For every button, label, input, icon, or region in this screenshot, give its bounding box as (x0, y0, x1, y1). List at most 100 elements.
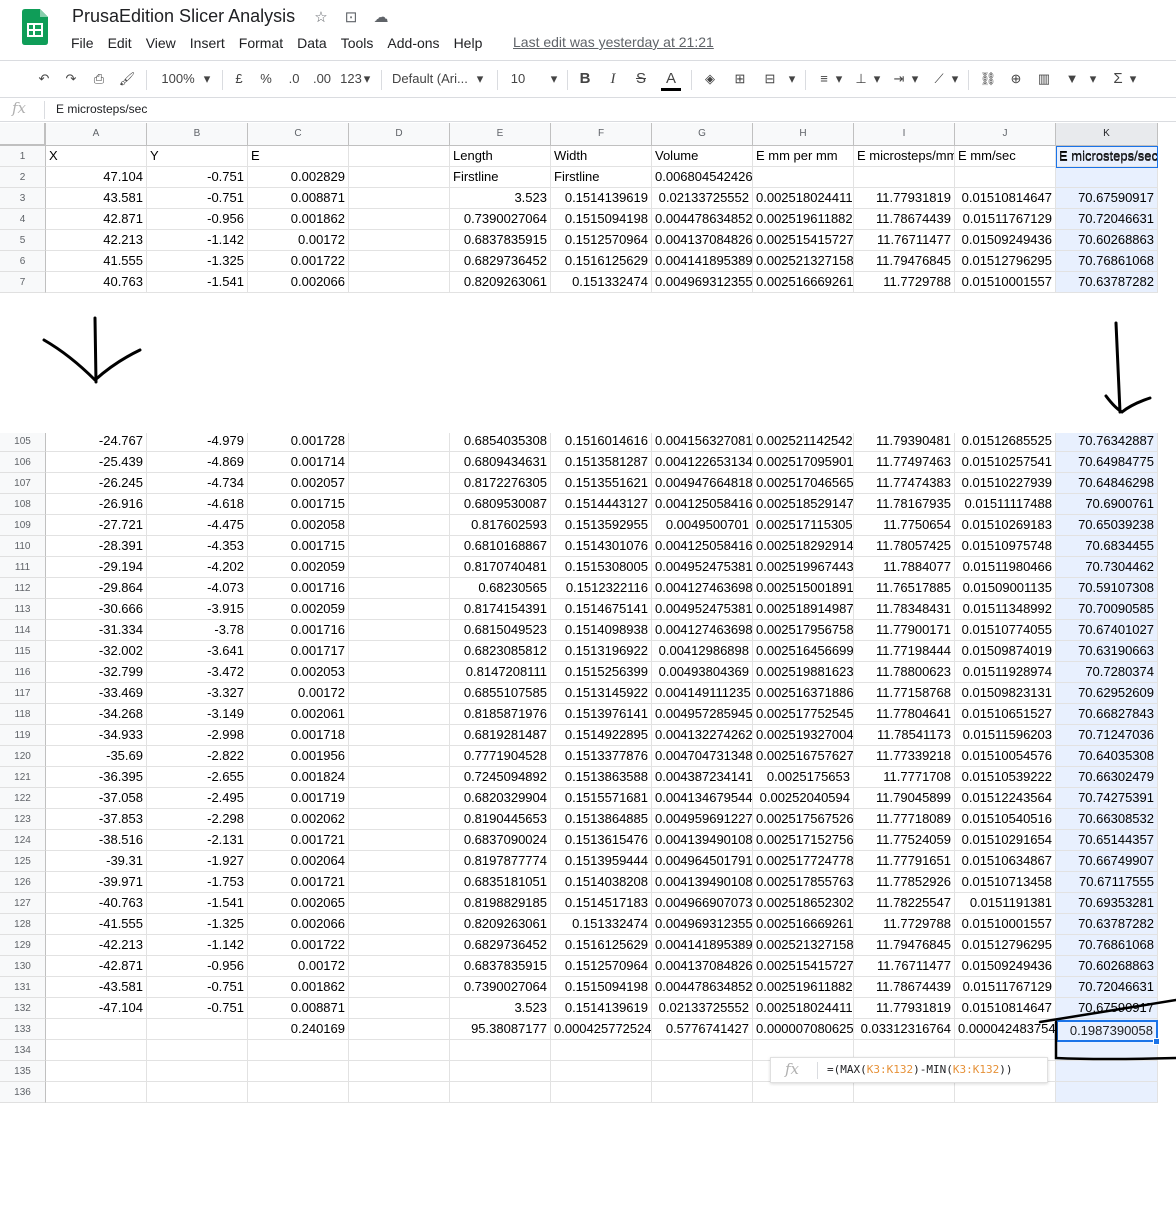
cell-c116[interactable]: 0.002053 (248, 662, 349, 683)
cell-a5[interactable]: 42.213 (46, 230, 147, 251)
cell-f5[interactable]: 0.1512570964 (551, 230, 652, 251)
chevron-down-icon[interactable]: ▾ (1128, 69, 1138, 89)
column-header-f[interactable]: F (551, 123, 652, 146)
cell-c5[interactable]: 0.00172 (248, 230, 349, 251)
cell-a132[interactable]: -47.104 (46, 998, 147, 1019)
decrease-decimal-button[interactable]: .0 (283, 69, 305, 89)
cell-j115[interactable]: 0.01509874019 (955, 641, 1056, 662)
cell-h111[interactable]: 0.002519967443 (753, 557, 854, 578)
cell-h127[interactable]: 0.002518652302 (753, 893, 854, 914)
cell-k108[interactable]: 70.6900761 (1056, 494, 1158, 515)
cell-d133[interactable] (349, 1019, 450, 1040)
cell-i113[interactable]: 11.78348431 (854, 599, 955, 620)
cell-k121[interactable]: 70.66302479 (1056, 767, 1158, 788)
undo-icon[interactable]: ↶ (34, 69, 54, 89)
cell-h117[interactable]: 0.002516371886 (753, 683, 854, 704)
column-header-d[interactable]: D (349, 123, 450, 146)
cell-k125[interactable]: 70.66749907 (1056, 851, 1158, 872)
cell-e117[interactable]: 0.6855107585 (450, 683, 551, 704)
cell-c117[interactable]: 0.00172 (248, 683, 349, 704)
cell-e134[interactable] (450, 1040, 551, 1061)
cell-i110[interactable]: 11.78057425 (854, 536, 955, 557)
chevron-down-icon[interactable]: ▾ (362, 69, 372, 89)
cell-a124[interactable]: -38.516 (46, 830, 147, 851)
cell-h5[interactable]: 0.002515415727 (753, 230, 854, 251)
cell-h122[interactable]: 0.00252040594 (753, 788, 854, 809)
cell-f1[interactable]: Width (551, 146, 652, 167)
cell-a129[interactable]: -42.213 (46, 935, 147, 956)
cell-e108[interactable]: 0.6809530087 (450, 494, 551, 515)
cell-j2[interactable] (955, 167, 1056, 188)
cell-e131[interactable]: 0.7390027064 (450, 977, 551, 998)
cell-f124[interactable]: 0.1513615476 (551, 830, 652, 851)
cell-j118[interactable]: 0.01510651527 (955, 704, 1056, 725)
cell-h136[interactable] (753, 1082, 854, 1103)
row-header[interactable]: 130 (0, 956, 46, 977)
chevron-down-icon[interactable]: ▾ (548, 69, 560, 89)
cell-c7[interactable]: 0.002066 (248, 272, 349, 293)
cell-a120[interactable]: -35.69 (46, 746, 147, 767)
cell-f132[interactable]: 0.1514139619 (551, 998, 652, 1019)
cell-a6[interactable]: 41.555 (46, 251, 147, 272)
cell-i127[interactable]: 11.78225547 (854, 893, 955, 914)
cell-d116[interactable] (349, 662, 450, 683)
cell-j128[interactable]: 0.01510001557 (955, 914, 1056, 935)
cell-k129[interactable]: 70.76861068 (1056, 935, 1158, 956)
cell-f131[interactable]: 0.1515094198 (551, 977, 652, 998)
row-header[interactable]: 2 (0, 167, 46, 188)
cell-d107[interactable] (349, 473, 450, 494)
more-formats-button[interactable]: 123 (339, 69, 363, 89)
cell-a127[interactable]: -40.763 (46, 893, 147, 914)
column-header-k[interactable]: K (1056, 123, 1158, 146)
cell-a113[interactable]: -30.666 (46, 599, 147, 620)
cell-k116[interactable]: 70.7280374 (1056, 662, 1158, 683)
cell-a107[interactable]: -26.245 (46, 473, 147, 494)
cell-c110[interactable]: 0.001715 (248, 536, 349, 557)
cell-j129[interactable]: 0.01512796295 (955, 935, 1056, 956)
cell-e111[interactable]: 0.8170740481 (450, 557, 551, 578)
row-header[interactable]: 5 (0, 230, 46, 251)
cell-j124[interactable]: 0.01510291654 (955, 830, 1056, 851)
cell-i116[interactable]: 11.78800623 (854, 662, 955, 683)
cell-h109[interactable]: 0.002517115305 (753, 515, 854, 536)
cell-e6[interactable]: 0.6829736452 (450, 251, 551, 272)
cell-h110[interactable]: 0.002518292914 (753, 536, 854, 557)
cell-d111[interactable] (349, 557, 450, 578)
cell-b130[interactable]: -0.956 (147, 956, 248, 977)
cell-a116[interactable]: -32.799 (46, 662, 147, 683)
cell-a117[interactable]: -33.469 (46, 683, 147, 704)
cell-b105[interactable]: -4.979 (147, 431, 248, 452)
cell-k130[interactable]: 70.60268863 (1056, 956, 1158, 977)
row-header[interactable]: 121 (0, 767, 46, 788)
cell-d113[interactable] (349, 599, 450, 620)
cell-g112[interactable]: 0.004127463698 (652, 578, 753, 599)
cell-i119[interactable]: 11.78541173 (854, 725, 955, 746)
cell-a118[interactable]: -34.268 (46, 704, 147, 725)
cell-a134[interactable] (46, 1040, 147, 1061)
text-color-button[interactable]: A (661, 69, 681, 91)
cell-c132[interactable]: 0.008871 (248, 998, 349, 1019)
cell-f130[interactable]: 0.1512570964 (551, 956, 652, 977)
cell-d7[interactable] (349, 272, 450, 293)
cell-c128[interactable]: 0.002066 (248, 914, 349, 935)
cell-b1[interactable]: Y (147, 146, 248, 167)
cell-a7[interactable]: 40.763 (46, 272, 147, 293)
menu-view[interactable]: View (139, 33, 183, 53)
cell-d124[interactable] (349, 830, 450, 851)
cell-a108[interactable]: -26.916 (46, 494, 147, 515)
cell-g128[interactable]: 0.004969312355 (652, 914, 753, 935)
insert-chart-icon[interactable]: ▥ (1034, 69, 1054, 89)
cell-j113[interactable]: 0.01511348992 (955, 599, 1056, 620)
cell-f112[interactable]: 0.1512322116 (551, 578, 652, 599)
cell-b5[interactable]: -1.142 (147, 230, 248, 251)
cell-f127[interactable]: 0.1514517183 (551, 893, 652, 914)
cell-k5[interactable]: 70.60268863 (1056, 230, 1158, 251)
cell-g111[interactable]: 0.004952475381 (652, 557, 753, 578)
cell-e133[interactable]: 95.38087177 (450, 1019, 551, 1040)
cell-d135[interactable] (349, 1061, 450, 1082)
cell-d108[interactable] (349, 494, 450, 515)
cell-e128[interactable]: 0.8209263061 (450, 914, 551, 935)
cell-f4[interactable]: 0.1515094198 (551, 209, 652, 230)
cell-j112[interactable]: 0.01509001135 (955, 578, 1056, 599)
cell-f134[interactable] (551, 1040, 652, 1061)
